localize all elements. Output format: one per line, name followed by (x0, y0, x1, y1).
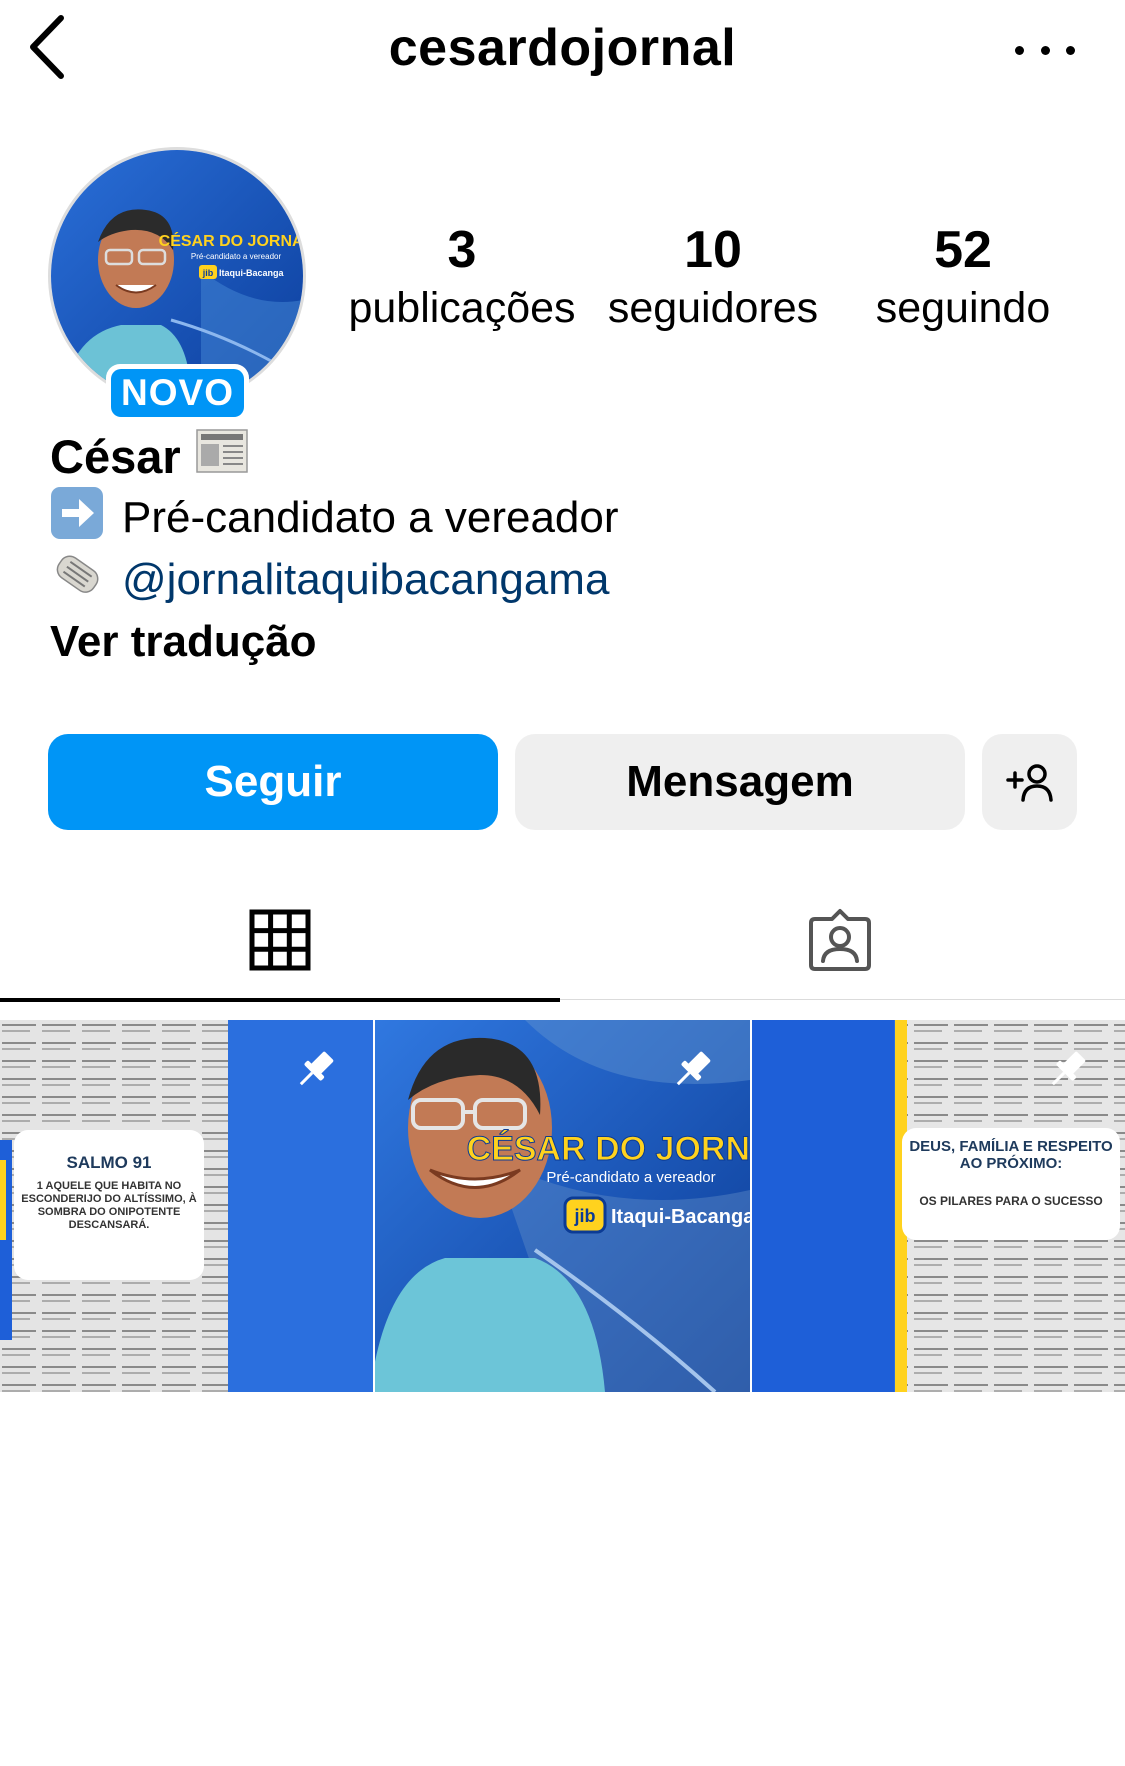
arrow-right-icon (50, 486, 104, 551)
stat-following[interactable]: 52 seguindo (858, 220, 1068, 336)
translate-link[interactable]: Ver tradução (50, 611, 1100, 673)
svg-text:Itaqui-Bacanga: Itaqui-Bacanga (611, 1206, 750, 1228)
stat-following-label: seguindo (875, 284, 1051, 332)
post-tile-1[interactable]: SALMO 91 1 AQUELE QUE HABITA NO ESCONDER… (0, 1020, 373, 1392)
bio-line-2: @jornalitaquibacangama (50, 549, 1100, 611)
new-badge: NOVO (106, 364, 249, 422)
add-user-icon (1005, 764, 1053, 802)
post-tile-3[interactable]: DEUS, FAMÍLIA E RESPEITO AO PRÓXIMO: OS … (752, 1020, 1125, 1392)
message-button[interactable]: Mensagem (515, 734, 965, 830)
new-badge-label: NOVO (111, 369, 244, 417)
tagged-icon (809, 909, 871, 971)
stat-followers[interactable]: 10 seguidores (598, 220, 828, 336)
header: cesardojornal (0, 0, 1125, 100)
bio-text-line-1: Pré-candidato a vereador (122, 493, 619, 542)
post-tile-2[interactable]: CÉSAR DO JORNAL Pré-candidato a vereador… (375, 1020, 750, 1392)
more-dot (1040, 45, 1050, 55)
pinned-icon (291, 1046, 339, 1099)
pinned-icon (1043, 1046, 1091, 1099)
stat-followers-count: 10 (684, 221, 742, 279)
svg-text:Itaqui-Bacanga: Itaqui-Bacanga (219, 268, 285, 278)
rolled-newspaper-icon (50, 548, 104, 613)
svg-text:jib: jib (202, 268, 214, 278)
svg-text:jib: jib (574, 1206, 596, 1226)
tab-tagged[interactable] (560, 880, 1120, 1000)
tab-posts-grid[interactable] (0, 880, 560, 1002)
more-options-button[interactable] (1015, 30, 1075, 70)
bio-line-1: Pré-candidato a vereador (50, 486, 1100, 551)
posts-grid: SALMO 91 1 AQUELE QUE HABITA NO ESCONDER… (0, 1020, 1125, 1392)
stat-posts-count: 3 (447, 221, 477, 279)
stat-posts-label: publicações (348, 284, 576, 332)
bio-name-line: César (50, 425, 1100, 487)
suggest-user-button[interactable] (982, 734, 1077, 830)
profile-username: cesardojornal (388, 19, 737, 77)
newspaper-icon (195, 426, 249, 487)
grid-icon (249, 909, 311, 971)
svg-text:Pré-candidato a vereador: Pré-candidato a vereador (546, 1169, 715, 1186)
translate-label: Ver tradução (50, 617, 317, 666)
bio-mention-link[interactable]: @jornalitaquibacangama (122, 555, 609, 605)
svg-text:Pré-candidato a vereador: Pré-candidato a vereador (191, 252, 282, 261)
follow-button[interactable]: Seguir (48, 734, 498, 830)
more-horizontal-icon (1015, 45, 1024, 55)
active-tab-indicator (0, 998, 560, 1002)
svg-text:CÉSAR DO JORNAL: CÉSAR DO JORNAL (159, 231, 303, 250)
profile-display-name: César (50, 429, 181, 483)
svg-text:CÉSAR DO JORNAL: CÉSAR DO JORNAL (467, 1130, 750, 1168)
pinned-icon (668, 1046, 716, 1099)
stat-following-count: 52 (934, 221, 992, 279)
svg-text:SALMO 91: SALMO 91 (66, 1153, 151, 1172)
profile-bio: César Pré-candidato a vereador @jornalit… (50, 425, 1100, 673)
profile-avatar[interactable]: CÉSAR DO JORNAL Pré-candidato a vereador… (48, 147, 308, 422)
stat-followers-label: seguidores (607, 284, 819, 332)
profile-tabs (0, 880, 1125, 1002)
more-dot (1066, 45, 1075, 55)
svg-text:OS PILARES PARA O SUCESSO: OS PILARES PARA O SUCESSO (919, 1194, 1102, 1208)
stat-posts[interactable]: 3 publicações (346, 220, 578, 336)
